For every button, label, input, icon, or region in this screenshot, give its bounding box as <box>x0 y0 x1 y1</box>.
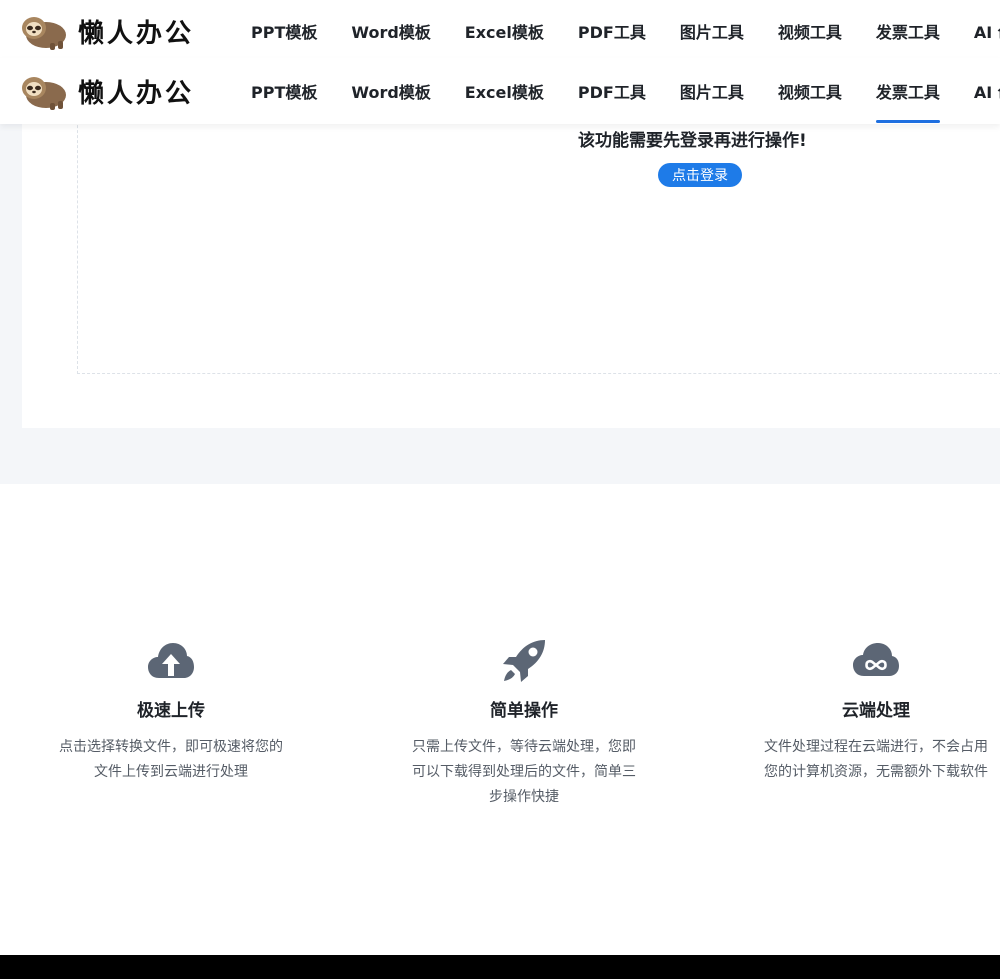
brand-name: 懒人办公 <box>78 18 195 49</box>
feature-cloud-processing: 云端处理 文件处理过程在云端进行，不会占用您的计算机资源，无需额外下载软件 <box>746 638 1000 785</box>
feature-fast-upload: 极速上传 点击选择转换文件，即可极速将您的文件上传到云端进行处理 <box>41 638 301 785</box>
nav-ppt[interactable]: PPT模板 <box>234 58 334 124</box>
brand-logo[interactable]: 懒人办公 <box>20 11 194 51</box>
feature-title: 极速上传 <box>137 701 205 721</box>
sloth-logo-icon <box>20 71 68 111</box>
footer-bar <box>0 955 1000 979</box>
sticky-header: 懒人办公 PPT模板 Word模板 Excel模板 PDF工具 图片工具 视频工… <box>0 58 1000 124</box>
main-nav: PPT模板 Word模板 Excel模板 PDF工具 图片工具 视频工具 发票工… <box>234 0 1000 62</box>
feature-description: 只需上传文件，等待云端处理，您即可以下载得到处理后的文件，简单三步操作快捷 <box>412 739 636 805</box>
feature-title: 云端处理 <box>842 701 910 721</box>
login-button[interactable]: 点击登录 <box>658 163 742 187</box>
nav-word[interactable]: Word模板 <box>334 0 447 62</box>
nav-ai[interactable]: AI 创作 <box>957 58 1000 124</box>
nav-image[interactable]: 图片工具 <box>663 58 761 124</box>
nav-invoice[interactable]: 发票工具 <box>859 58 957 124</box>
nav-excel[interactable]: Excel模板 <box>448 58 561 124</box>
brand-logo[interactable]: 懒人办公 <box>20 71 194 111</box>
top-header: 懒人办公 PPT模板 Word模板 Excel模板 PDF工具 图片工具 视频工… <box>0 0 1000 62</box>
nav-invoice[interactable]: 发票工具 <box>859 0 957 62</box>
sloth-logo-icon <box>20 11 68 51</box>
feature-title: 简单操作 <box>490 701 558 721</box>
cloud-upload-icon <box>41 638 301 684</box>
brand-name: 懒人办公 <box>78 78 195 109</box>
login-required-message: 该功能需要先登录再进行操作! <box>578 131 807 151</box>
nav-pdf[interactable]: PDF工具 <box>561 58 663 124</box>
nav-ai[interactable]: AI 创作 <box>957 0 1000 62</box>
nav-pdf[interactable]: PDF工具 <box>561 0 663 62</box>
nav-excel[interactable]: Excel模板 <box>448 0 561 62</box>
rocket-icon <box>394 638 654 684</box>
nav-video[interactable]: 视频工具 <box>761 58 859 124</box>
nav-image[interactable]: 图片工具 <box>663 0 761 62</box>
main-nav: PPT模板 Word模板 Excel模板 PDF工具 图片工具 视频工具 发票工… <box>234 58 1000 124</box>
upload-dropzone[interactable] <box>77 100 1000 374</box>
feature-description: 文件处理过程在云端进行，不会占用您的计算机资源，无需额外下载软件 <box>764 739 988 780</box>
feature-simple-operation: 简单操作 只需上传文件，等待云端处理，您即可以下载得到处理后的文件，简单三步操作… <box>394 638 654 810</box>
nav-video[interactable]: 视频工具 <box>761 0 859 62</box>
nav-word[interactable]: Word模板 <box>334 58 447 124</box>
features-section: 极速上传 点击选择转换文件，即可极速将您的文件上传到云端进行处理 简单操作 只需… <box>0 484 1000 955</box>
nav-ppt[interactable]: PPT模板 <box>234 0 334 62</box>
feature-description: 点击选择转换文件，即可极速将您的文件上传到云端进行处理 <box>59 739 283 780</box>
cloud-infinity-icon <box>746 638 1000 684</box>
